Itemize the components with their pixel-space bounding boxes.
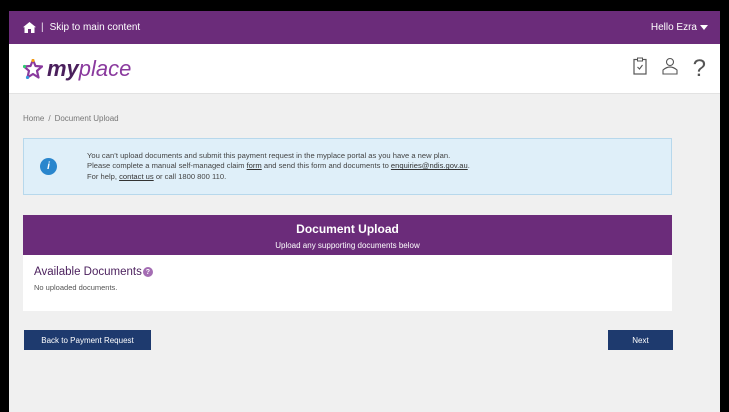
help-icon[interactable]: ? xyxy=(693,55,706,83)
panel-subtitle: Upload any supporting documents below xyxy=(275,241,420,250)
profile-icon[interactable] xyxy=(661,57,679,80)
myplace-logo[interactable]: my place xyxy=(23,56,131,82)
top-bar: | Skip to main content Hello Ezra xyxy=(9,11,720,44)
logo-text-place: place xyxy=(78,55,132,81)
info-icon: i xyxy=(40,158,57,175)
alert-text: . xyxy=(467,161,470,171)
alert-line-1: You can’t upload documents and submit th… xyxy=(87,150,451,160)
alert-text: and send this form and documents to xyxy=(261,161,391,171)
form-link[interactable]: form xyxy=(247,161,262,170)
alert-text: Please complete a manual self-managed cl… xyxy=(87,161,247,171)
breadcrumb: Home / Document Upload xyxy=(9,94,720,138)
alert-text: or call 1800 800 110. xyxy=(153,171,227,181)
available-documents-section: Available Documents ? No uploaded docume… xyxy=(23,255,672,311)
skip-to-main-link[interactable]: Skip to main content xyxy=(50,22,141,33)
action-bar: Back to Payment Request Next xyxy=(9,330,720,370)
breadcrumb-home[interactable]: Home xyxy=(23,114,44,123)
home-icon[interactable] xyxy=(23,22,36,33)
logo-text-my: my xyxy=(47,55,79,81)
alert-line-2: Please complete a manual self-managed cl… xyxy=(87,161,470,172)
available-documents-heading: Available Documents ? xyxy=(34,266,661,278)
header-icons: ? xyxy=(633,55,706,83)
breadcrumb-separator: / xyxy=(48,114,51,123)
logo-star-icon xyxy=(23,58,43,79)
chevron-down-icon xyxy=(700,25,708,30)
breadcrumb-current: Document Upload xyxy=(54,114,119,123)
available-documents-label: Available Documents xyxy=(34,266,142,278)
user-greeting: Hello Ezra xyxy=(650,22,697,33)
site-header: my place ? xyxy=(9,44,720,94)
next-button[interactable]: Next xyxy=(608,330,673,350)
empty-documents-text: No uploaded documents. xyxy=(34,283,118,292)
panel-title: Document Upload xyxy=(296,222,399,236)
email-link[interactable]: enquiries@ndis.gov.au xyxy=(391,161,468,170)
clipboard-icon[interactable] xyxy=(633,57,647,80)
alert-line-3: For help, contact us or call 1800 800 11… xyxy=(87,172,470,183)
contact-us-link[interactable]: contact us xyxy=(119,172,154,181)
topbar-divider: | xyxy=(41,22,44,33)
page-frame: | Skip to main content Hello Ezra my plac… xyxy=(9,11,720,412)
info-alert: i You can’t upload documents and submit … xyxy=(23,138,672,195)
alert-text: For help, xyxy=(87,171,120,181)
help-badge-icon[interactable]: ? xyxy=(142,267,153,277)
document-upload-header: Document Upload Upload any supporting do… xyxy=(23,215,672,255)
alert-message: You can’t upload documents and submit th… xyxy=(87,151,470,183)
back-to-payment-request-button[interactable]: Back to Payment Request xyxy=(24,330,151,350)
user-menu[interactable]: Hello Ezra xyxy=(651,22,708,33)
